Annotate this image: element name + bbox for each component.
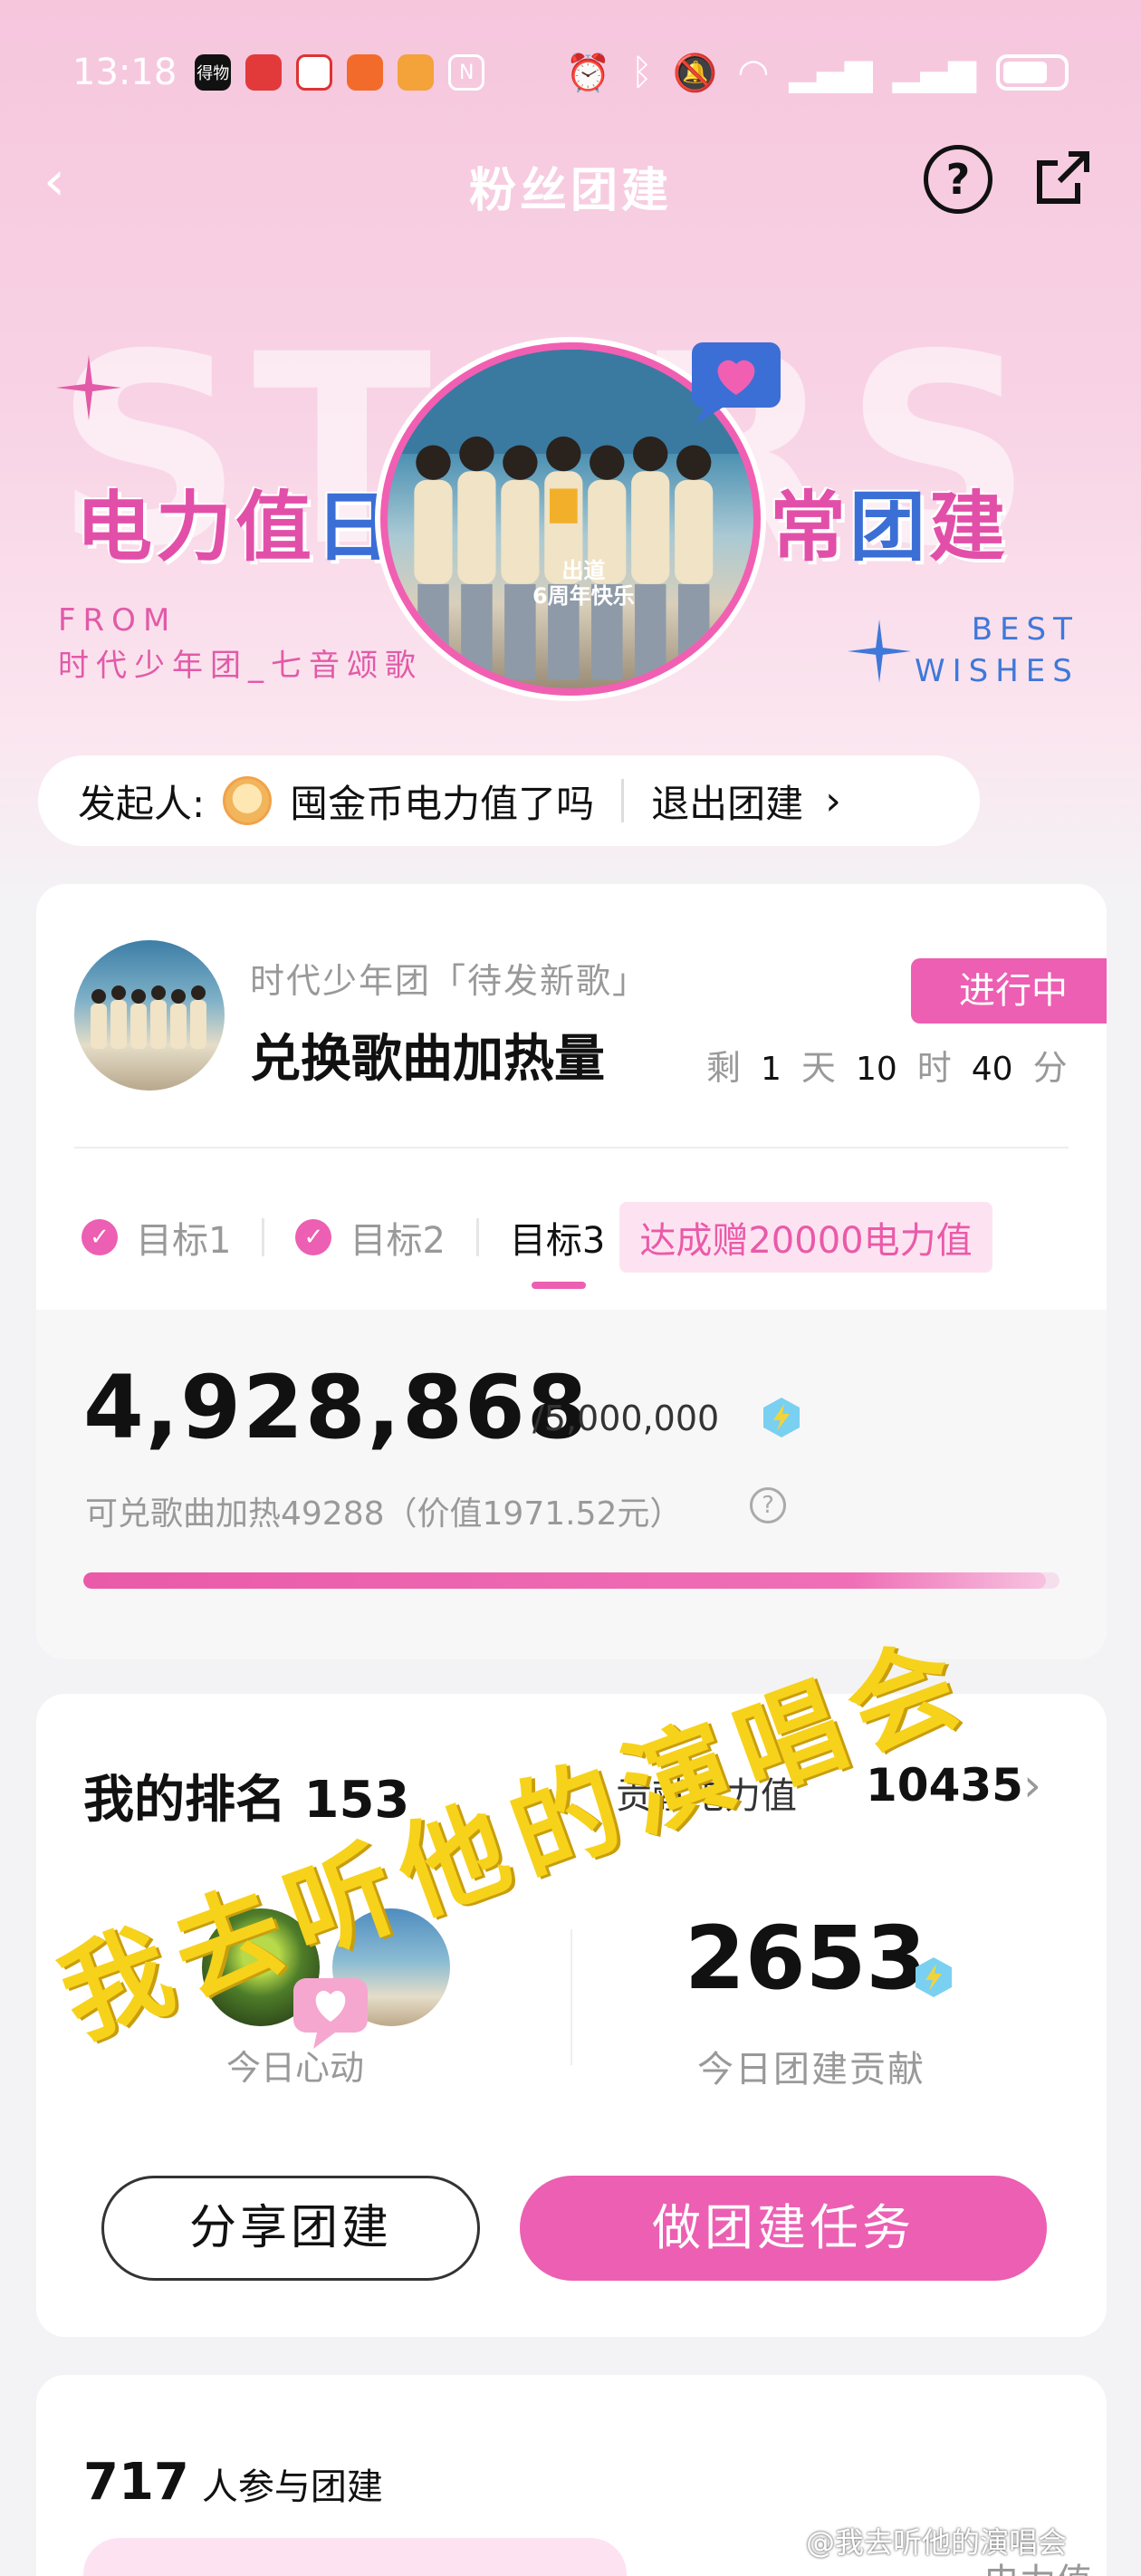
progress-area: 4,928,868 /5,000,000 可兑歌曲加热49288（价值1971.… xyxy=(36,1310,1107,1659)
contrib-value[interactable]: 10435 xyxy=(866,1759,1023,1812)
check-icon: ✓ xyxy=(295,1219,332,1255)
bank-app-icon xyxy=(296,54,333,91)
initiator-avatar xyxy=(223,776,273,825)
progress-bar-fill xyxy=(83,1572,1046,1589)
initiator-label: 发起人: xyxy=(78,781,206,826)
signal-icon-1: ▂▄▆ xyxy=(789,52,873,93)
vertical-divider xyxy=(570,1929,572,2065)
today-heart-label: 今日心动 xyxy=(226,2048,365,2088)
participant-row[interactable] xyxy=(83,2538,627,2576)
current-power-value: 4,928,868 xyxy=(83,1357,590,1458)
my-rank: 我的排名 153 xyxy=(83,1771,410,1830)
status-right: ⏰ ᛒ 🔕 ◠ ▂▄▆ ▂▄▆ xyxy=(566,52,1069,94)
lightning-icon xyxy=(916,1957,952,1997)
tab-goal-2[interactable]: ✓ 目标2 xyxy=(295,1211,446,1264)
tab-separator xyxy=(262,1218,265,1256)
check-icon: ✓ xyxy=(82,1219,118,1255)
nfc-icon: N xyxy=(448,54,485,91)
share-icon[interactable] xyxy=(1032,149,1092,208)
orange-app-icon xyxy=(347,54,384,91)
heart-bubble-icon xyxy=(692,342,781,424)
task-card: 时代少年团「待发新歌」 兑换歌曲加热量 进行中 剩 1 天 10 时 40 分 … xyxy=(36,884,1107,1659)
song-cover-avatar xyxy=(74,940,225,1091)
dewu-app-icon: 得物 xyxy=(195,54,232,91)
sparkle-icon xyxy=(56,355,121,420)
status-badge: 进行中 xyxy=(911,958,1107,1024)
alarm-icon: ⏰ xyxy=(565,52,611,94)
today-contrib-value: 2653 xyxy=(685,1908,927,2009)
task-subtitle: 时代少年团「待发新歌」 xyxy=(250,961,649,1001)
mute-icon: 🔕 xyxy=(672,52,718,94)
reward-tag: 达成赠20000电力值 xyxy=(619,1202,992,1273)
wifi-icon: ◠ xyxy=(737,52,770,93)
status-bar: 13:18 得物 N ⏰ ᛒ 🔕 ◠ ▂▄▆ ▂▄▆ xyxy=(0,0,1141,145)
initiator-divider xyxy=(621,779,625,822)
photo-caption: 出道 6周年快乐 xyxy=(532,558,635,609)
signal-icon-2: ▂▄▆ xyxy=(892,52,976,93)
chevron-right-icon: › xyxy=(825,777,841,824)
tab-goal-1[interactable]: ✓ 目标1 xyxy=(82,1211,231,1264)
today-contrib-label: 今日团建贡献 xyxy=(697,2049,925,2091)
contrib-label[interactable]: 贡献电力值 xyxy=(616,1766,797,1819)
status-time: 13:18 xyxy=(72,52,177,93)
hero-title-left: 电力值日 xyxy=(76,483,396,572)
goal-tabs: ✓ 目标1 ✓ 目标2 目标3 达成赠20000电力值 xyxy=(82,1201,992,1289)
share-team-button[interactable]: 分享团建 xyxy=(101,2176,480,2281)
tab-goal-3[interactable]: 目标3 xyxy=(510,1211,605,1289)
cat-app-icon xyxy=(398,54,435,91)
progress-bar xyxy=(83,1572,1060,1589)
red-app-icon xyxy=(245,54,283,91)
bluetooth-icon: ᛒ xyxy=(630,52,653,93)
battery-icon xyxy=(996,54,1069,91)
exchange-text: 可兑歌曲加热49288（价值1971.52元） xyxy=(85,1495,683,1533)
tab-separator xyxy=(475,1218,479,1256)
weibo-watermark: @我去听他的演唱会 xyxy=(806,2525,1068,2560)
sparkle-icon-blue xyxy=(848,620,911,683)
help-icon[interactable]: ? xyxy=(924,145,992,214)
hero-title-right: 常团建 xyxy=(770,483,1010,572)
hero-banner: STARS TEAM 13:18 得物 N ⏰ ᛒ 🔕 ◠ ▂▄▆ ▂▄▆ ‹ … xyxy=(0,0,1141,906)
initiator-bar[interactable]: 发起人: 囤金币电力值了吗 退出团建 › xyxy=(38,755,980,846)
status-app-icons: 得物 N xyxy=(195,54,485,91)
participants-count: 717 人参与团建 xyxy=(83,2453,383,2512)
chevron-right-icon[interactable]: › xyxy=(1023,1759,1041,1812)
song-cover-image xyxy=(91,985,206,1049)
info-icon[interactable]: ? xyxy=(750,1487,786,1523)
nav-bar: ‹ 粉丝团建 ? xyxy=(0,136,1141,226)
best-wishes-block: BEST WISHES xyxy=(915,611,1079,689)
target-power-value: /5,000,000 xyxy=(532,1399,720,1438)
initiator-name: 囤金币电力值了吗 xyxy=(290,781,595,826)
task-title: 兑换歌曲加热量 xyxy=(250,1030,605,1089)
divider xyxy=(74,1147,1069,1149)
quit-team-link[interactable]: 退出团建 xyxy=(651,774,803,829)
lightning-icon xyxy=(763,1398,800,1437)
from-block: FROM 时代少年团_七音颂歌 xyxy=(58,602,423,684)
countdown: 剩 1 天 10 时 40 分 xyxy=(706,1048,1068,1088)
do-team-task-button[interactable]: 做团建任务 xyxy=(520,2176,1047,2281)
rank-card: 我的排名 153 贡献电力值 10435 › 今日心动 2653 今日团建贡献 … xyxy=(36,1694,1107,2337)
